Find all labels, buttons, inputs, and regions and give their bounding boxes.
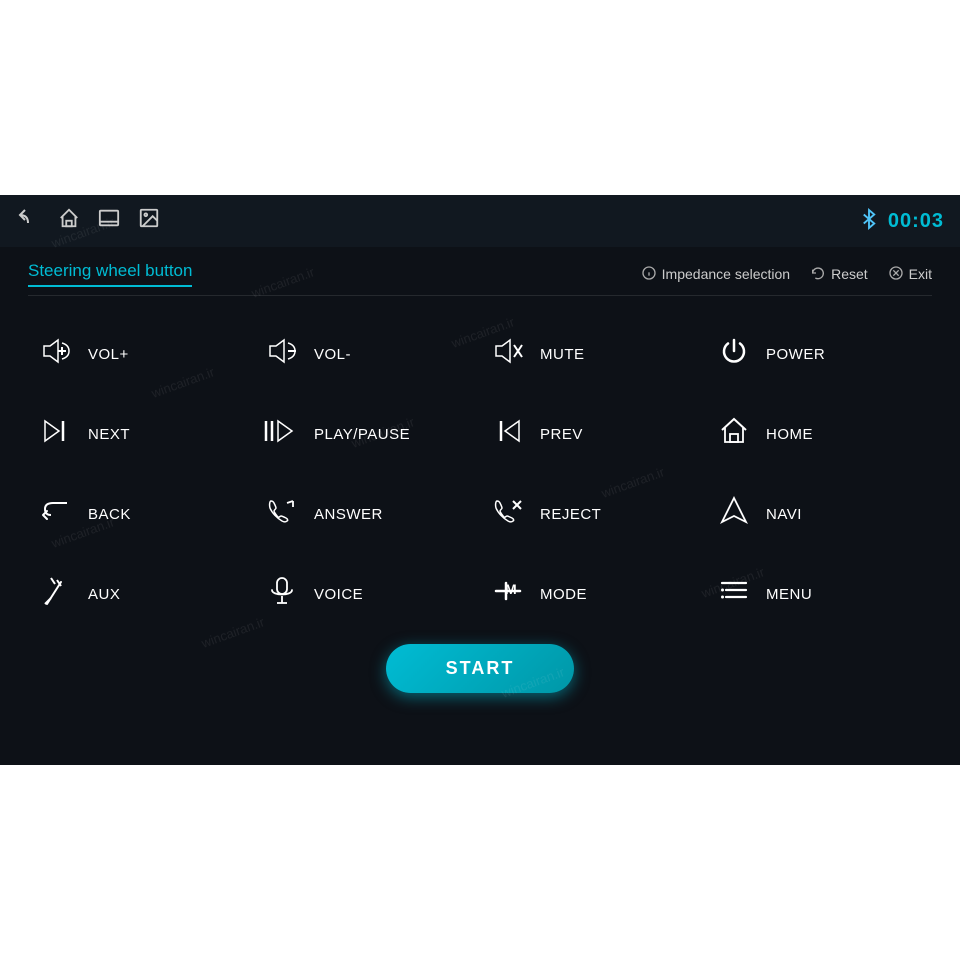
screen-nav-icon[interactable] xyxy=(98,207,120,235)
answer-item[interactable]: ANSWER xyxy=(254,474,480,554)
navi-icon xyxy=(716,496,752,533)
voice-item[interactable]: VOICE xyxy=(254,554,480,634)
back-action-icon xyxy=(38,497,74,532)
home-item[interactable]: HOME xyxy=(706,394,932,474)
main-screen: wincairan.ir wincairan.ir wincairan.ir w… xyxy=(0,195,960,765)
mode-item[interactable]: M MODE xyxy=(480,554,706,634)
home-label: HOME xyxy=(766,426,813,443)
aux-item[interactable]: AUX xyxy=(28,554,254,634)
reject-item[interactable]: REJECT xyxy=(480,474,706,554)
exit-action[interactable]: Exit xyxy=(888,265,932,284)
answer-icon xyxy=(264,497,300,532)
home-nav-icon[interactable] xyxy=(58,207,80,235)
reset-icon xyxy=(810,265,826,284)
reject-label: REJECT xyxy=(540,506,601,523)
answer-label: ANSWER xyxy=(314,506,383,523)
content-area: Steering wheel button Impedance selectio… xyxy=(0,247,960,693)
start-button-container: START xyxy=(28,644,932,693)
back-item[interactable]: BACK xyxy=(28,474,254,554)
play-pause-item[interactable]: PLAY/PAUSE xyxy=(254,394,480,474)
aux-icon xyxy=(38,576,74,613)
reset-label: Reset xyxy=(831,266,868,282)
impedance-label: Impedance selection xyxy=(662,266,790,282)
svg-text:M: M xyxy=(505,581,517,597)
steering-button-grid: VOL+ VOL- xyxy=(28,314,932,634)
vol-plus-icon xyxy=(38,337,74,372)
page-actions: Impedance selection Reset xyxy=(641,265,932,284)
mode-label: MODE xyxy=(540,586,587,603)
next-item[interactable]: NEXT xyxy=(28,394,254,474)
power-icon xyxy=(716,336,752,373)
impedance-selection-action[interactable]: Impedance selection xyxy=(641,265,790,284)
page-title-bar: Steering wheel button Impedance selectio… xyxy=(28,247,932,296)
mode-icon: M xyxy=(490,578,526,611)
prev-item[interactable]: PREV xyxy=(480,394,706,474)
menu-label: MENU xyxy=(766,586,812,603)
nav-icons-right: 00:03 xyxy=(860,208,944,235)
gallery-nav-icon[interactable] xyxy=(138,207,160,235)
next-icon xyxy=(38,418,74,451)
vol-minus-item[interactable]: VOL- xyxy=(254,314,480,394)
play-pause-icon xyxy=(264,418,300,451)
mute-item[interactable]: MUTE xyxy=(480,314,706,394)
time-display: 00:03 xyxy=(888,210,944,233)
vol-minus-label: VOL- xyxy=(314,346,351,363)
top-whitespace xyxy=(0,0,960,195)
navi-label: NAVI xyxy=(766,506,802,523)
bottom-whitespace xyxy=(0,765,960,960)
power-item[interactable]: POWER xyxy=(706,314,932,394)
voice-label: VOICE xyxy=(314,586,363,603)
top-navigation-bar: 00:03 xyxy=(0,195,960,247)
prev-icon xyxy=(490,418,526,451)
exit-label: Exit xyxy=(909,266,932,282)
nav-icons-left xyxy=(16,206,160,236)
play-pause-label: PLAY/PAUSE xyxy=(314,426,410,443)
voice-icon xyxy=(264,576,300,613)
menu-item[interactable]: MENU xyxy=(706,554,932,634)
back-label: BACK xyxy=(88,506,131,523)
vol-plus-item[interactable]: VOL+ xyxy=(28,314,254,394)
reject-icon xyxy=(490,497,526,532)
reset-action[interactable]: Reset xyxy=(810,265,868,284)
prev-label: PREV xyxy=(540,426,583,443)
next-label: NEXT xyxy=(88,426,130,443)
navi-item[interactable]: NAVI xyxy=(706,474,932,554)
start-button[interactable]: START xyxy=(386,644,575,693)
impedance-icon xyxy=(641,265,657,284)
power-label: POWER xyxy=(766,346,825,363)
mute-icon xyxy=(490,337,526,372)
vol-plus-label: VOL+ xyxy=(88,346,129,363)
aux-label: AUX xyxy=(88,586,120,603)
back-nav-icon[interactable] xyxy=(16,206,40,236)
exit-icon xyxy=(888,265,904,284)
page-title: Steering wheel button xyxy=(28,261,192,287)
bluetooth-icon xyxy=(860,208,878,235)
mute-label: MUTE xyxy=(540,346,585,363)
home-icon xyxy=(716,416,752,453)
menu-icon xyxy=(716,578,752,611)
vol-minus-icon xyxy=(264,337,300,372)
